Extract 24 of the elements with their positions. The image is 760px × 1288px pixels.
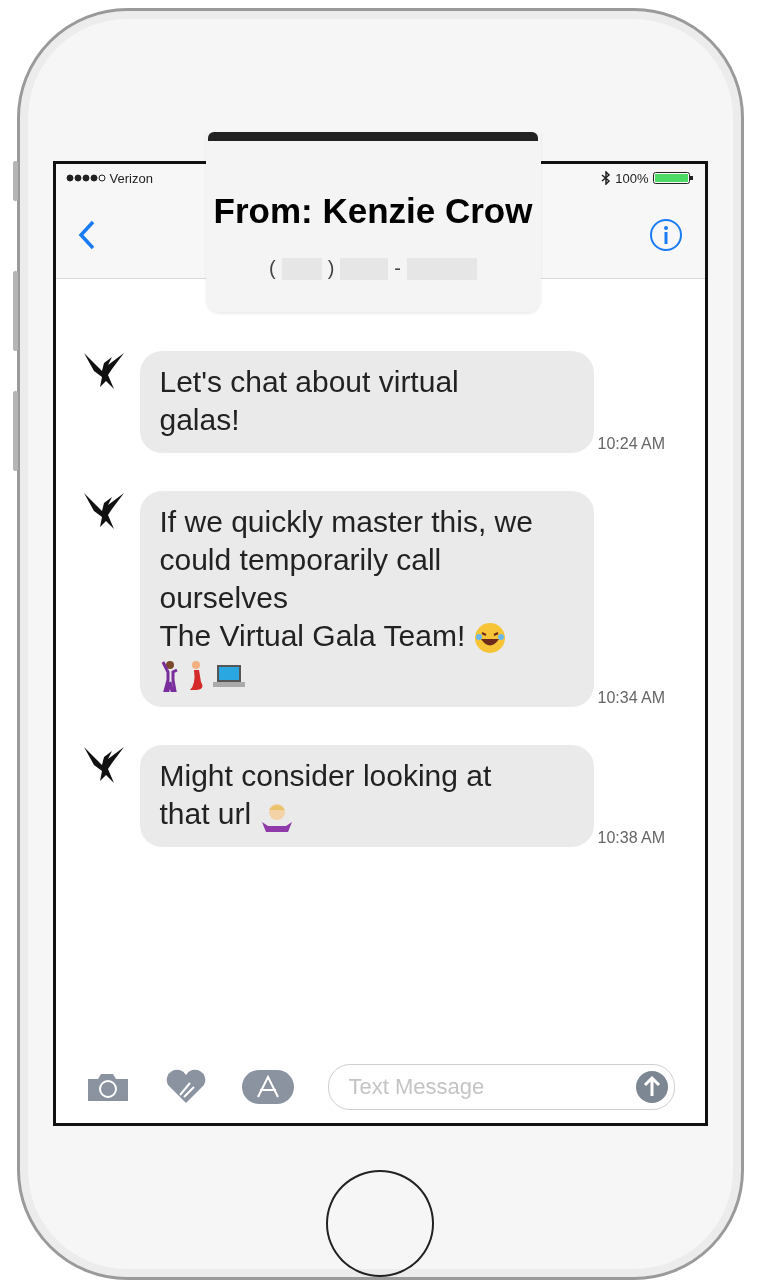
info-icon[interactable]	[648, 218, 683, 252]
dancing-man-icon	[159, 660, 180, 693]
carrier-name: Verizon	[109, 170, 153, 186]
bluetooth-icon	[601, 171, 612, 185]
message-input-field[interactable]: Text Message	[327, 1064, 675, 1111]
laughing-face-icon	[473, 622, 506, 655]
back-chevron-icon[interactable]	[77, 220, 96, 250]
message-time: 10:34 AM	[597, 689, 666, 707]
phone-punctuation: -	[394, 257, 401, 280]
battery-icon	[652, 172, 695, 184]
laptop-icon	[211, 664, 246, 689]
message-bubble: If we quickly master this, we could temporarily call ourselves The Virtual Gala Team!	[139, 491, 594, 707]
home-button[interactable]	[326, 1170, 434, 1277]
app-store-icon[interactable]	[241, 1070, 294, 1105]
message-bubble: Let's chat about virtual galas!	[139, 351, 594, 453]
message-time: 10:24 AM	[597, 435, 666, 453]
message-time: 10:38 AM	[597, 829, 666, 847]
phone-punctuation: (	[269, 257, 276, 280]
sender-title: From: Kenzie Crow	[213, 191, 533, 231]
signal-icon	[65, 174, 106, 182]
camera-icon[interactable]	[85, 1071, 130, 1104]
battery-percent: 100%	[615, 170, 649, 186]
phone-punctuation: )	[327, 257, 335, 280]
message-bubble: Might consider looking at that url	[139, 745, 594, 847]
